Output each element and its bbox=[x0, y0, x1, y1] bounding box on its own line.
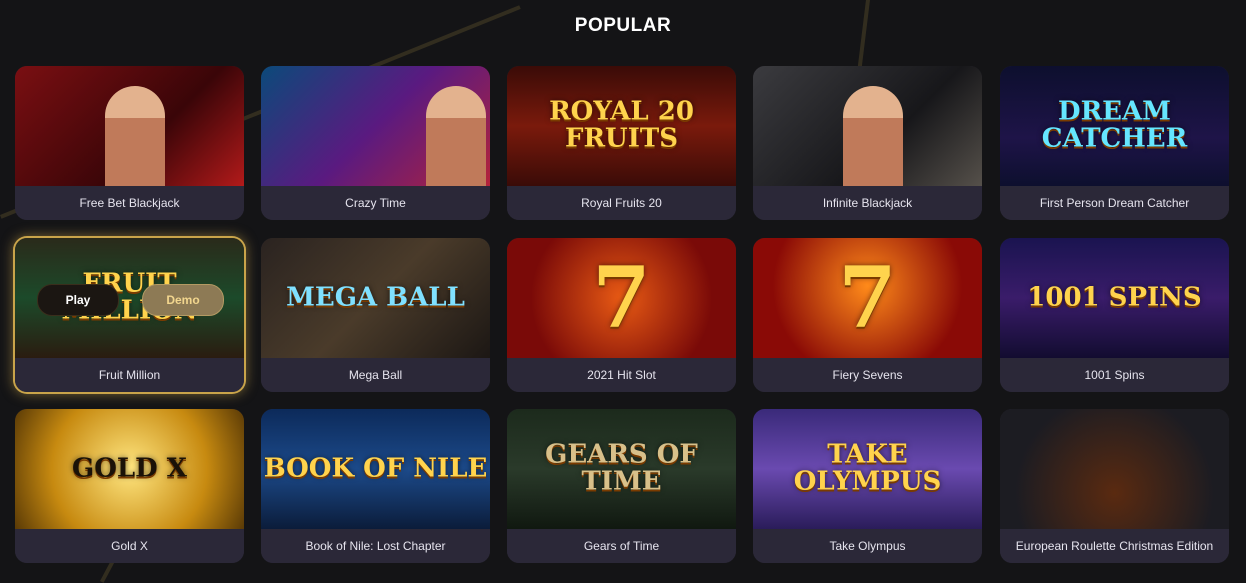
game-card[interactable]: ROYAL 20 FRUITS Royal Fruits 20 bbox=[507, 66, 736, 220]
game-title: Book of Nile: Lost Chapter bbox=[261, 529, 490, 563]
game-thumbnail[interactable]: GOLD X bbox=[15, 409, 244, 529]
game-card[interactable]: Free Bet Blackjack bbox=[15, 66, 244, 220]
game-card[interactable]: TAKE OLYMPUS Take Olympus bbox=[753, 409, 982, 563]
game-card[interactable]: BOOK OF NILE Book of Nile: Lost Chapter bbox=[261, 409, 490, 563]
game-logo-art: DREAM CATCHER bbox=[1041, 96, 1188, 154]
game-logo-art: 7 bbox=[592, 247, 651, 347]
dealer-image bbox=[105, 86, 165, 186]
game-thumbnail[interactable]: TAKE OLYMPUS bbox=[753, 409, 982, 529]
game-card[interactable]: DREAM CATCHER First Person Dream Catcher bbox=[1000, 66, 1229, 220]
game-title: Free Bet Blackjack bbox=[15, 186, 244, 220]
section-title: POPULAR bbox=[574, 15, 672, 36]
game-thumbnail[interactable]: 7 bbox=[753, 238, 982, 358]
game-card[interactable]: Crazy Time bbox=[261, 66, 490, 220]
game-card[interactable]: 7 2021 Hit Slot bbox=[507, 238, 736, 392]
game-thumbnail[interactable] bbox=[753, 66, 982, 186]
game-card[interactable]: 7 Fiery Sevens bbox=[753, 238, 982, 392]
game-logo-art: 1001 SPINS bbox=[1027, 282, 1202, 313]
game-thumbnail[interactable] bbox=[1000, 409, 1229, 529]
game-thumbnail[interactable]: MEGA BALL bbox=[261, 238, 490, 358]
game-title: First Person Dream Catcher bbox=[1000, 186, 1229, 220]
demo-button[interactable]: Demo bbox=[142, 284, 224, 316]
game-title: Royal Fruits 20 bbox=[507, 186, 736, 220]
dealer-image bbox=[843, 86, 903, 186]
game-title: 2021 Hit Slot bbox=[507, 358, 736, 392]
game-thumbnail[interactable] bbox=[261, 66, 490, 186]
game-card[interactable]: 1001 SPINS 1001 Spins bbox=[1000, 238, 1229, 392]
game-card[interactable]: MEGA BALL Mega Ball bbox=[261, 238, 490, 392]
game-thumbnail[interactable] bbox=[15, 66, 244, 186]
game-title: Infinite Blackjack bbox=[753, 186, 982, 220]
game-thumbnail[interactable]: BOOK OF NILE bbox=[261, 409, 490, 529]
dealer-image bbox=[426, 86, 486, 186]
game-thumbnail[interactable]: GEARS OF TIME bbox=[507, 409, 736, 529]
game-thumbnail[interactable]: 7 bbox=[507, 238, 736, 358]
game-thumbnail[interactable]: DREAM CATCHER bbox=[1000, 66, 1229, 186]
game-logo-art: GEARS OF TIME bbox=[545, 439, 698, 497]
game-title: Gold X bbox=[15, 529, 244, 563]
game-title: Take Olympus bbox=[753, 529, 982, 563]
game-card[interactable]: Infinite Blackjack bbox=[753, 66, 982, 220]
game-logo-art: ROYAL 20 FRUITS bbox=[549, 96, 694, 154]
game-logo-art: TAKE OLYMPUS bbox=[793, 439, 942, 497]
game-card[interactable]: European Roulette Christmas Edition bbox=[1000, 409, 1229, 563]
game-title: Mega Ball bbox=[261, 358, 490, 392]
game-card[interactable]: GOLD X Gold X bbox=[15, 409, 244, 563]
game-logo-art: MEGA BALL bbox=[286, 282, 465, 313]
game-card[interactable]: FRUIT MILLION Fruit Million Play Demo bbox=[15, 238, 244, 392]
game-logo-art: BOOK OF NILE bbox=[263, 453, 488, 484]
play-button[interactable]: Play bbox=[37, 284, 119, 316]
game-title: European Roulette Christmas Edition bbox=[1000, 529, 1229, 563]
game-thumbnail[interactable]: 1001 SPINS bbox=[1000, 238, 1229, 358]
game-title: Gears of Time bbox=[507, 529, 736, 563]
game-card[interactable]: GEARS OF TIME Gears of Time bbox=[507, 409, 736, 563]
game-title: Fiery Sevens bbox=[753, 358, 982, 392]
game-thumbnail[interactable]: ROYAL 20 FRUITS bbox=[507, 66, 736, 186]
game-logo-art: GOLD X bbox=[72, 453, 187, 484]
game-title: Crazy Time bbox=[261, 186, 490, 220]
game-title: Fruit Million bbox=[15, 358, 244, 392]
game-title: 1001 Spins bbox=[1000, 358, 1229, 392]
game-logo-art: 7 bbox=[838, 247, 897, 347]
